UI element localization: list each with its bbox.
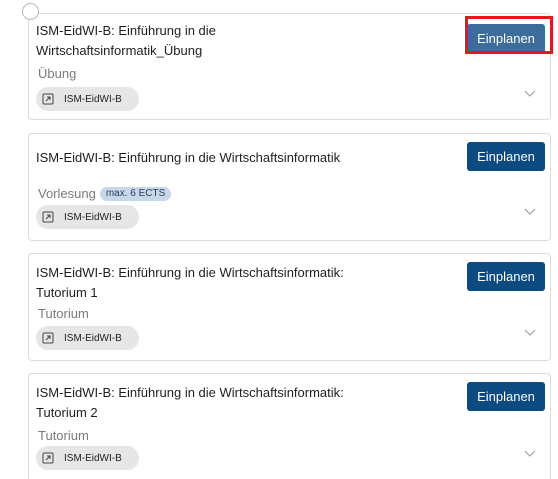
course-title: ISM-EidWI-B: Einführung in die Wirtschaf… — [36, 265, 344, 300]
course-type: Vorlesung max. 6 ECTS — [38, 186, 172, 202]
highlight-box — [465, 16, 553, 54]
course-card: ISM-EidWI-B: Einführung in die Wirtschaf… — [28, 373, 551, 479]
select-radio[interactable] — [22, 3, 39, 20]
ects-badge: max. 6 ECTS — [99, 187, 172, 201]
course-list: ISM-EidWI-B: Einführung in die Wirtschaf… — [0, 0, 558, 479]
course-type-label: Tutorium — [38, 428, 89, 443]
module-chip-label: ISM-EidWI-B — [64, 211, 122, 223]
course-title: ISM-EidWI-B: Einführung in die Wirtschaf… — [36, 23, 216, 58]
module-chip-label: ISM-EidWI-B — [64, 452, 122, 464]
course-card: ISM-EidWI-B: Einführung in die Wirtschaf… — [28, 253, 551, 361]
external-link-icon — [42, 452, 54, 464]
chevron-down-icon[interactable] — [524, 85, 536, 97]
course-type-label: Tutorium — [38, 306, 89, 321]
module-chip[interactable]: ISM-EidWI-B — [36, 87, 139, 111]
module-chip[interactable]: ISM-EidWI-B — [36, 446, 139, 470]
chevron-down-icon[interactable] — [524, 324, 536, 336]
chevron-down-icon[interactable] — [524, 203, 536, 215]
module-chip[interactable]: ISM-EidWI-B — [36, 326, 139, 350]
external-link-icon — [42, 211, 54, 223]
module-chip-label: ISM-EidWI-B — [64, 332, 122, 344]
course-title: ISM-EidWI-B: Einführung in die Wirtschaf… — [36, 385, 344, 420]
module-chip-label: ISM-EidWI-B — [64, 93, 122, 105]
course-type-label: Vorlesung — [38, 186, 96, 201]
course-card: ISM-EidWI-B: Einführung in die Wirtschaf… — [28, 133, 551, 241]
module-chip[interactable]: ISM-EidWI-B — [36, 205, 139, 229]
chevron-down-icon[interactable] — [524, 445, 536, 457]
einplanen-button[interactable]: Einplanen — [467, 382, 545, 411]
external-link-icon — [42, 93, 54, 105]
einplanen-button[interactable]: Einplanen — [467, 262, 545, 291]
einplanen-button[interactable]: Einplanen — [467, 142, 545, 171]
course-type: Übung — [38, 66, 76, 82]
course-title: ISM-EidWI-B: Einführung in die Wirtschaf… — [36, 150, 341, 165]
course-type: Tutorium — [38, 306, 89, 322]
course-type: Tutorium — [38, 428, 89, 444]
course-type-label: Übung — [38, 66, 77, 81]
external-link-icon — [42, 332, 54, 344]
